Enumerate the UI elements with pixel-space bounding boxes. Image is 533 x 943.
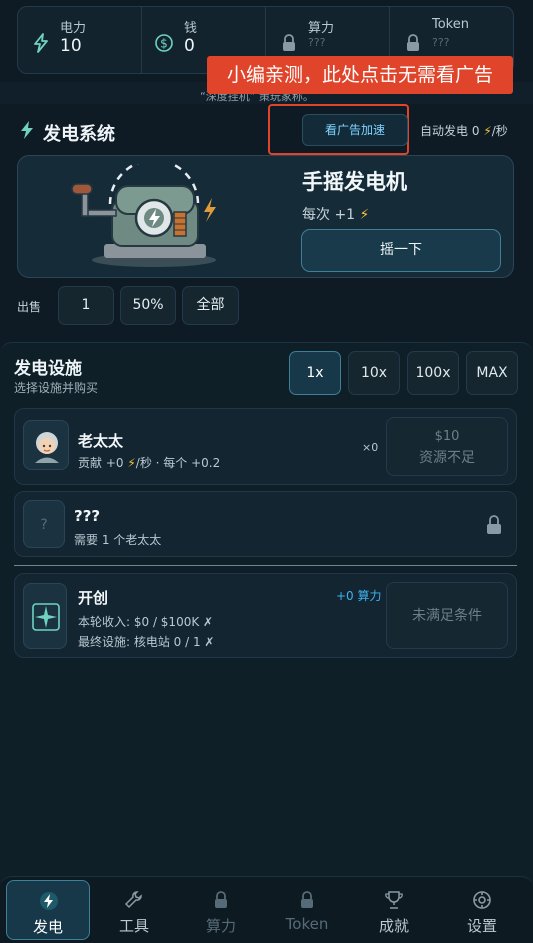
bolt-icon: ⚡	[483, 124, 492, 138]
gear-icon	[473, 891, 491, 909]
nav-tab-compute[interactable]: 算力	[179, 880, 263, 940]
crank-generator-button[interactable]: 摇一下	[301, 229, 501, 272]
facility-description: 贡献 +0 ⚡/秒 · 每个 +0.2	[78, 454, 220, 471]
lightning-icon	[21, 121, 33, 139]
buy-price: $10	[434, 429, 460, 444]
stat-money-label: 钱	[184, 21, 198, 36]
power-system-title: 发电系统	[43, 124, 115, 145]
auto-generation-label: 自动发电	[420, 124, 469, 138]
auto-generation-value: 0	[471, 124, 480, 138]
founding-reward: +0 算力	[336, 589, 382, 603]
nav-tab-achievements[interactable]: 成就	[352, 880, 436, 940]
facility-count: ×0	[362, 441, 379, 454]
lock-icon	[215, 891, 227, 908]
trophy-icon	[385, 891, 403, 909]
lock-icon	[487, 515, 501, 534]
multiplier-max-button[interactable]: MAX	[466, 351, 518, 395]
stat-power-label: 电力	[60, 21, 87, 36]
watch-ad-boost-button[interactable]: 看广告加速	[302, 114, 408, 146]
nav-tab-label: 成就	[378, 917, 409, 935]
multiplier-10x-button[interactable]: 10x	[348, 351, 400, 395]
founding-avatar	[23, 583, 67, 649]
grandma-icon	[35, 432, 59, 463]
section-divider	[14, 565, 517, 566]
stat-token-label: Token	[432, 17, 469, 32]
nav-tab-power[interactable]: 发电	[6, 880, 90, 940]
compass-star-icon	[32, 603, 60, 631]
facility-name: 老太太	[78, 432, 124, 450]
stat-compute-value: ???	[308, 36, 326, 49]
auto-generation-unit: /秒	[491, 124, 508, 138]
grandma-avatar	[23, 420, 69, 470]
lock-icon	[301, 891, 313, 908]
nav-tab-label: Token	[285, 915, 329, 933]
generator-per-click: 每次 +1 ⚡	[302, 204, 369, 224]
facilities-subtitle: 选择设施并购买	[14, 381, 99, 395]
wrench-icon	[124, 891, 142, 909]
stat-compute-label: 算力	[308, 21, 335, 36]
facilities-title: 发电设施	[14, 359, 82, 379]
locked-facility-placeholder: ?	[23, 500, 65, 548]
sell-label: 出售	[17, 300, 42, 314]
nav-tab-settings[interactable]: 设置	[440, 880, 524, 940]
locked-facility-requirement: 需要 1 个老太太	[74, 533, 162, 547]
nav-tab-label: 设置	[466, 917, 497, 935]
facility-rate: /秒 · 每个 +0.2	[135, 456, 221, 470]
dollar-coin-icon: $	[155, 34, 173, 52]
lock-icon	[407, 34, 419, 51]
multiplier-1x-button[interactable]: 1x	[289, 351, 341, 395]
sell-50-percent-button[interactable]: 50%	[120, 286, 176, 325]
founding-income-requirement: 本轮收入: $0 / $100K ✗	[78, 615, 214, 629]
nav-tab-label: 工具	[118, 917, 149, 935]
generator-name: 手摇发电机	[302, 170, 407, 194]
lightning-icon	[40, 892, 58, 910]
nav-tab-tools[interactable]: 工具	[92, 880, 176, 940]
locked-facility-name: ???	[74, 507, 101, 525]
auto-generation-rate: 自动发电 0 ⚡/秒	[420, 122, 508, 139]
generator-per-click-label: 每次 +1	[302, 207, 356, 223]
multiplier-100x-button[interactable]: 100x	[407, 351, 459, 395]
stat-power-value: 10	[60, 36, 82, 56]
sell-1-button[interactable]: 1	[58, 286, 114, 325]
bolt-icon: ⚡	[127, 456, 136, 470]
hand-crank-generator-illustration	[71, 164, 216, 267]
facility-contribution: 贡献 +0	[78, 456, 124, 470]
stat-power: 电力 10	[18, 7, 142, 73]
founding-button: 未满足条件	[386, 582, 508, 649]
annotation-banner: 小编亲测，此处点击无需看广告	[207, 56, 513, 94]
buy-grandma-button[interactable]: $10 资源不足	[386, 417, 508, 476]
sell-all-button[interactable]: 全部	[182, 286, 239, 325]
nav-tab-label: 算力	[205, 917, 236, 935]
founding-title: 开创	[78, 589, 109, 607]
bolt-icon: ⚡	[359, 207, 370, 223]
buy-status: 资源不足	[419, 450, 475, 466]
svg-text:$: $	[160, 37, 168, 51]
nav-tab-label: 发电	[32, 918, 63, 936]
stat-money-value: 0	[184, 36, 195, 56]
lock-icon	[283, 34, 295, 51]
lightning-icon	[34, 33, 48, 53]
stat-token-value: ???	[432, 36, 450, 49]
founding-facility-requirement: 最终设施: 核电站 0 / 1 ✗	[78, 635, 215, 649]
nav-tab-token[interactable]: Token	[265, 880, 349, 940]
